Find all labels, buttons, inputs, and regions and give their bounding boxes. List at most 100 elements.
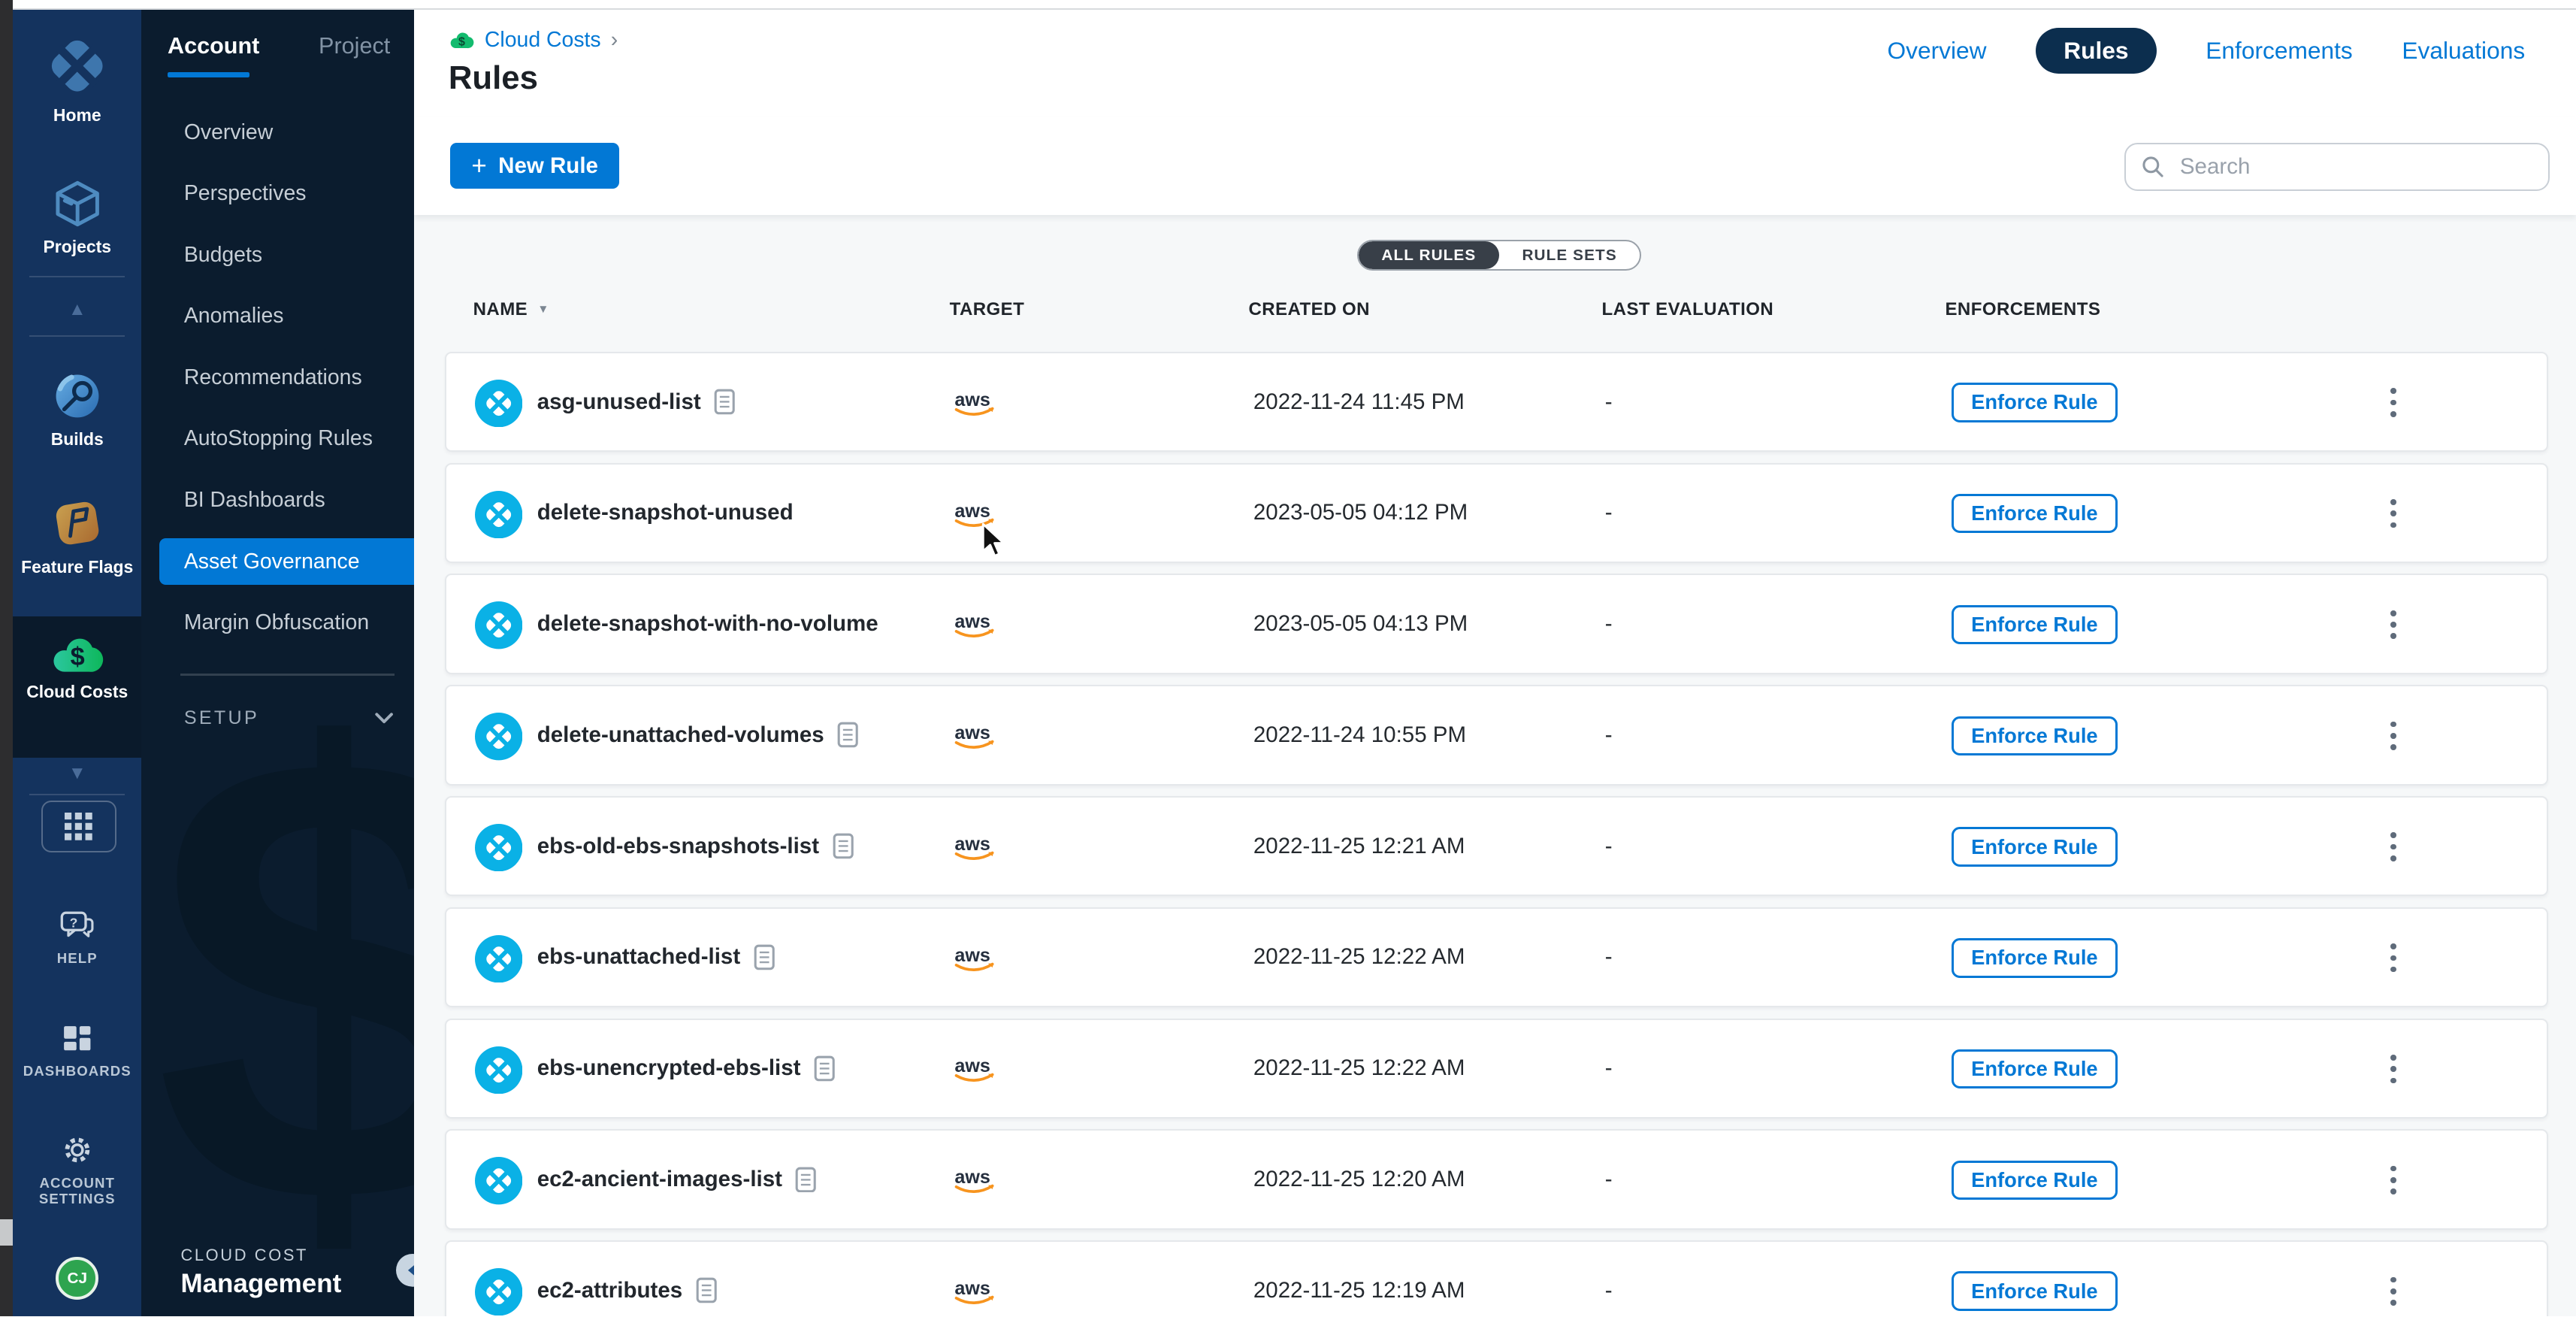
enforce-rule-button[interactable]: Enforce Rule xyxy=(1952,494,2118,533)
tab-rules[interactable]: Rules xyxy=(2036,28,2157,74)
created-on-cell: 2023-05-05 04:12 PM xyxy=(1253,465,1468,562)
enforce-rule-button[interactable]: Enforce Rule xyxy=(1952,716,2118,755)
table-row[interactable]: delete-snapshot-with-no-volume aws 2023-… xyxy=(445,574,2547,674)
plus-icon: + xyxy=(471,153,486,179)
sidebar-item-asset-governance[interactable]: Asset Governance xyxy=(159,538,414,584)
rule-name[interactable]: ebs-unencrypted-ebs-list xyxy=(537,1055,801,1081)
breadcrumb: $ Cloud Costs › xyxy=(449,28,618,53)
copy-icon[interactable] xyxy=(754,944,775,970)
collapse-sidebar-button[interactable] xyxy=(396,1254,414,1287)
scroll-up-icon[interactable]: ▲ xyxy=(13,301,141,319)
kebab-menu-icon[interactable] xyxy=(2384,940,2403,976)
aws-target-icon: aws xyxy=(951,388,1001,426)
rail-item-help[interactable]: ? HELP xyxy=(13,910,141,966)
rule-name[interactable]: delete-snapshot-with-no-volume xyxy=(537,611,878,637)
rail-item-home[interactable]: Home xyxy=(13,33,141,126)
table-row[interactable]: ec2-ancient-images-list aws 2022-11-25 1… xyxy=(445,1129,2547,1229)
rule-name[interactable]: ec2-ancient-images-list xyxy=(537,1167,782,1192)
rail-item-label: DASHBOARDS xyxy=(23,1063,132,1079)
kebab-menu-icon[interactable] xyxy=(2384,607,2403,643)
rail-item-label: Cloud Costs xyxy=(26,682,128,701)
last-evaluation-cell: - xyxy=(1605,798,1613,895)
copy-icon[interactable] xyxy=(814,1055,835,1082)
table-row[interactable]: delete-unattached-volumes aws 2022-11-24… xyxy=(445,685,2547,785)
kebab-menu-icon[interactable] xyxy=(2384,718,2403,754)
aws-target-icon: aws xyxy=(951,832,1001,870)
enforce-rule-button[interactable]: Enforce Rule xyxy=(1952,1161,2118,1200)
copy-icon[interactable] xyxy=(696,1277,717,1303)
rule-name[interactable]: delete-unattached-volumes xyxy=(537,722,824,748)
table-row[interactable]: ebs-unencrypted-ebs-list aws 2022-11-25 … xyxy=(445,1019,2547,1119)
cloud-dollar-icon: $ xyxy=(50,636,105,675)
rail-item-dashboards[interactable]: DASHBOARDS xyxy=(13,1024,141,1079)
toggle-rule-sets[interactable]: RULE SETS xyxy=(1499,241,1640,269)
cloud-costs-icon: $ xyxy=(449,32,475,50)
user-avatar[interactable]: CJ xyxy=(56,1257,98,1300)
enforce-rule-button[interactable]: Enforce Rule xyxy=(1952,1049,2118,1088)
chevron-down-icon xyxy=(374,712,394,725)
toggle-all-rules[interactable]: ALL RULES xyxy=(1359,241,1499,269)
rule-name[interactable]: delete-snapshot-unused xyxy=(537,500,794,525)
kebab-menu-icon[interactable] xyxy=(2384,1051,2403,1087)
module-title: Management xyxy=(180,1269,341,1299)
rail-item-account-settings[interactable]: ACCOUNTSETTINGS xyxy=(13,1134,141,1206)
rule-name[interactable]: ebs-unattached-list xyxy=(537,944,740,970)
module-kicker: CLOUD COST xyxy=(180,1246,308,1265)
breadcrumb-cloud-costs[interactable]: Cloud Costs xyxy=(485,28,601,53)
table-row[interactable]: delete-snapshot-unused aws 2023-05-05 04… xyxy=(445,463,2547,563)
table-row[interactable]: ebs-old-ebs-snapshots-list aws 2022-11-2… xyxy=(445,796,2547,896)
rule-name[interactable]: ec2-attributes xyxy=(537,1278,682,1303)
enforce-rule-button[interactable]: Enforce Rule xyxy=(1952,827,2118,866)
module-rail: Home Projects ▲ Builds xyxy=(13,10,141,1316)
enforce-rule-button[interactable]: Enforce Rule xyxy=(1952,1271,2118,1310)
rule-icon xyxy=(475,935,522,989)
sidebar-item-margin-obfuscation[interactable]: Margin Obfuscation xyxy=(141,592,414,654)
enforce-rule-button[interactable]: Enforce Rule xyxy=(1952,605,2118,644)
copy-icon[interactable] xyxy=(837,722,858,748)
aws-target-icon: aws xyxy=(951,1276,1001,1315)
tab-account[interactable]: Account xyxy=(168,33,259,59)
tab-project[interactable]: Project xyxy=(319,33,390,59)
sidebar-item-overview[interactable]: Overview xyxy=(141,102,414,164)
rail-item-label: HELP xyxy=(57,950,98,966)
copy-icon[interactable] xyxy=(795,1167,816,1193)
rule-name[interactable]: asg-unused-list xyxy=(537,389,701,415)
copy-icon[interactable] xyxy=(833,833,854,859)
kebab-menu-icon[interactable] xyxy=(2384,1162,2403,1198)
created-on-cell: 2022-11-25 12:22 AM xyxy=(1253,1020,1465,1117)
module-selector-button[interactable] xyxy=(41,801,116,853)
rail-item-feature-flags[interactable]: Feature Flags xyxy=(13,496,141,577)
kebab-menu-icon[interactable] xyxy=(2384,829,2403,865)
setup-section-toggle[interactable]: SETUP xyxy=(184,697,395,740)
rail-item-builds[interactable]: Builds xyxy=(13,370,141,449)
enforce-rule-button[interactable]: Enforce Rule xyxy=(1952,383,2118,422)
rule-name[interactable]: ebs-old-ebs-snapshots-list xyxy=(537,834,819,859)
table-row[interactable]: asg-unused-list aws 2022-11-24 11:45 PM … xyxy=(445,352,2547,452)
column-header-name[interactable]: NAME ▼ xyxy=(473,299,549,320)
tab-overview[interactable]: Overview xyxy=(1887,37,1986,65)
sidebar-item-budgets[interactable]: Budgets xyxy=(141,225,414,286)
sidebar-item-perspectives[interactable]: Perspectives xyxy=(141,163,414,225)
sidebar-item-anomalies[interactable]: Anomalies xyxy=(141,286,414,347)
kebab-menu-icon[interactable] xyxy=(2384,384,2403,420)
gear-icon xyxy=(61,1134,94,1167)
rail-item-projects[interactable]: Projects xyxy=(13,177,141,256)
table-row[interactable]: ebs-unattached-list aws 2022-11-25 12:22… xyxy=(445,907,2547,1007)
sidebar-item-autostopping-rules[interactable]: AutoStopping Rules xyxy=(141,408,414,470)
table-row[interactable]: ec2-attributes aws 2022-11-25 12:19 AM -… xyxy=(445,1240,2547,1316)
scroll-down-icon[interactable]: ▼ xyxy=(13,764,141,783)
rule-icon xyxy=(475,1157,522,1211)
enforce-rule-button[interactable]: Enforce Rule xyxy=(1952,938,2118,977)
sidebar-item-bi-dashboards[interactable]: BI Dashboards xyxy=(141,470,414,531)
last-evaluation-cell: - xyxy=(1605,909,1613,1006)
copy-icon[interactable] xyxy=(714,389,735,415)
sidebar-item-recommendations[interactable]: Recommendations xyxy=(141,347,414,409)
aws-target-icon: aws xyxy=(951,721,1001,759)
kebab-menu-icon[interactable] xyxy=(2384,1273,2403,1309)
search-input[interactable] xyxy=(2177,153,2534,181)
kebab-menu-icon[interactable] xyxy=(2384,495,2403,531)
tab-enforcements[interactable]: Enforcements xyxy=(2206,37,2353,65)
rail-item-cloud-costs[interactable]: $ Cloud Costs xyxy=(13,636,141,702)
tab-evaluations[interactable]: Evaluations xyxy=(2402,37,2525,65)
new-rule-button[interactable]: + New Rule xyxy=(450,143,619,189)
